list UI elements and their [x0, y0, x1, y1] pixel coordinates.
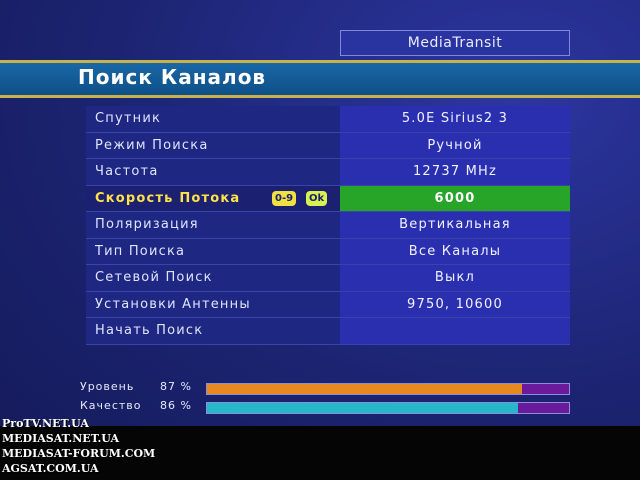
watermark-text: ProTV.NET.UA	[2, 417, 89, 430]
menu-row-antenna-settings[interactable]: Установки Антенны 9750, 10600	[86, 291, 570, 318]
watermark-text: MEDIASAT-FORUM.COM	[2, 447, 156, 460]
menu-label-text: Скорость Потока	[95, 190, 241, 206]
menu-label: Режим Поиска	[86, 132, 340, 159]
signal-quality-label: Качество	[80, 399, 142, 412]
menu-value: 12737 MHz	[340, 159, 570, 186]
menu-label: Скорость Потока 0-9 Ok	[86, 185, 340, 212]
signal-quality-percent: 86 %	[160, 399, 192, 412]
page-title: Поиск Каналов	[78, 65, 267, 89]
menu-label: Спутник	[86, 106, 340, 133]
menu-label: Частота	[86, 159, 340, 186]
menu-label: Поляризация	[86, 212, 340, 239]
header-top-line	[0, 60, 640, 63]
signal-quality-bar	[206, 402, 570, 414]
signal-level-label: Уровень	[80, 380, 135, 393]
menu-row-symbol-rate[interactable]: Скорость Потока 0-9 Ok 6000	[86, 185, 570, 212]
menu-value: Ручной	[340, 132, 570, 159]
provider-tab: MediaTransit	[340, 30, 570, 56]
ok-key-hint: Ok	[306, 190, 328, 206]
menu-value: Вертикальная	[340, 212, 570, 239]
menu-row-start-search[interactable]: Начать Поиск	[86, 318, 570, 345]
menu-row-satellite[interactable]: Спутник 5.0E Sirius2 3	[86, 106, 570, 133]
signal-level-percent: 87 %	[160, 380, 192, 393]
menu-row-search-mode[interactable]: Режим Поиска Ручной	[86, 132, 570, 159]
menu-value: Выкл	[340, 265, 570, 292]
menu-label: Тип Поиска	[86, 238, 340, 265]
header-bottom-line	[0, 95, 640, 98]
menu-value	[340, 318, 570, 345]
menu-value: 5.0E Sirius2 3	[340, 106, 570, 133]
menu-row-polarization[interactable]: Поляризация Вертикальная	[86, 212, 570, 239]
menu-label: Начать Поиск	[86, 318, 340, 345]
menu-value: Все Каналы	[340, 238, 570, 265]
menu-row-network-search[interactable]: Сетевой Поиск Выкл	[86, 265, 570, 292]
signal-level-fill	[207, 384, 522, 394]
signal-level-bar	[206, 383, 570, 395]
watermark-text: AGSAT.COM.UA	[2, 462, 99, 475]
menu-row-frequency[interactable]: Частота 12737 MHz	[86, 159, 570, 186]
watermark-text: MEDIASAT.NET.UA	[2, 432, 120, 445]
digits-key-hint: 0-9	[272, 190, 297, 206]
menu-value: 9750, 10600	[340, 291, 570, 318]
settings-menu: Спутник 5.0E Sirius2 3 Режим Поиска Ручн…	[86, 106, 570, 345]
menu-value[interactable]: 6000	[340, 185, 570, 212]
menu-row-search-type[interactable]: Тип Поиска Все Каналы	[86, 238, 570, 265]
signal-quality-fill	[207, 403, 519, 413]
menu-label: Сетевой Поиск	[86, 265, 340, 292]
menu-label: Установки Антенны	[86, 291, 340, 318]
